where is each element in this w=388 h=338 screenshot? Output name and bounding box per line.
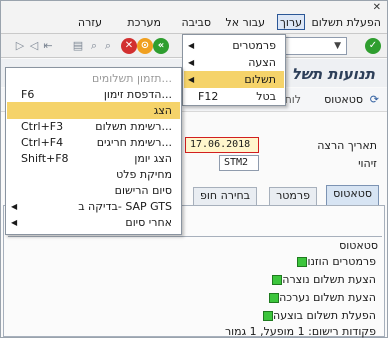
menu-goto[interactable]: עבור אל bbox=[225, 15, 265, 31]
refresh-icon[interactable]: ⟳ bbox=[370, 93, 379, 107]
run-date-field[interactable]: 17.06.2018 bbox=[185, 137, 259, 153]
exit-icon[interactable]: ⊙ bbox=[137, 38, 153, 54]
find-next-icon[interactable]: ⌕ bbox=[101, 38, 115, 54]
id-field[interactable]: STM2 bbox=[219, 155, 259, 171]
edit-menu: ◀ פרמטרים ◀ הצעה ◀ תשלום F12 בטל bbox=[182, 34, 286, 106]
menu-item-parameters[interactable]: ◀ פרמטרים bbox=[184, 37, 284, 54]
menu-environment[interactable]: סביבה bbox=[181, 15, 211, 31]
close-icon[interactable]: ✕ bbox=[373, 3, 381, 13]
status-group-title: סטאטוס bbox=[339, 239, 378, 252]
payment-submenu: תזמון תשלומים... F6 הדפסת זימון... הצג C… bbox=[5, 67, 182, 235]
menu-item-proposal[interactable]: ◀ הצעה bbox=[184, 54, 284, 71]
status-row: הצעת תשלום נוצרה bbox=[266, 273, 376, 287]
submenu-arrow-icon: ◀ bbox=[188, 75, 195, 84]
status-group: סטאטוס פרמטרים הוזנו הצעת תשלום נוצרה הצ… bbox=[8, 236, 382, 338]
menu-item-cancel[interactable]: F12 בטל bbox=[184, 88, 284, 105]
print-icon[interactable]: ▤ bbox=[71, 38, 85, 54]
check-icon[interactable]: ✓ bbox=[365, 38, 381, 54]
prev-page-icon[interactable]: ◁ bbox=[27, 38, 41, 54]
page-title: תנועות תשל bbox=[291, 65, 375, 83]
next-page-icon[interactable]: ▷ bbox=[13, 38, 27, 54]
tab-parameter[interactable]: פרמטר bbox=[269, 187, 317, 205]
menu-item-exception-list[interactable]: Ctrl+F4 רשימת חריגים... bbox=[7, 134, 180, 151]
status-row: הפעלת תשלום בוצעה bbox=[257, 309, 376, 323]
submenu-arrow-icon: ◀ bbox=[11, 218, 18, 227]
id-label: זיהוי bbox=[358, 157, 377, 170]
menu-item-display-log[interactable]: Shift+F8 הצג יומן bbox=[7, 150, 180, 167]
menu-item-print-schedule[interactable]: F6 הדפסת זימון... bbox=[7, 86, 180, 103]
menu-item-payment[interactable]: ◀ תשלום bbox=[184, 71, 284, 88]
next-button[interactable]: לוח bbox=[285, 93, 301, 107]
chevron-down-icon[interactable]: ▼ bbox=[334, 38, 341, 54]
menu-system[interactable]: מערכת bbox=[127, 15, 161, 31]
menu-edit[interactable]: ערוך bbox=[277, 14, 305, 30]
menu-item-payment-schedule[interactable]: תזמון תשלומים... bbox=[7, 70, 180, 87]
menu-item-display[interactable]: הצג bbox=[7, 102, 180, 119]
cancel-icon[interactable]: ✕ bbox=[121, 38, 137, 54]
status-light-icon bbox=[269, 293, 280, 303]
first-page-icon[interactable]: ⇤ bbox=[41, 38, 55, 54]
submenu-arrow-icon: ◀ bbox=[188, 58, 195, 67]
status-light-icon bbox=[297, 257, 308, 267]
back-icon[interactable]: « bbox=[153, 38, 169, 54]
sap-window: ✕ הפעלת תשלום ערוך עבור אל סביבה מערכת ע… bbox=[0, 0, 388, 338]
find-icon[interactable]: ⌕ bbox=[87, 38, 101, 54]
menu-item-gts-check[interactable]: ◀ בדיקה ב- SAP GTS bbox=[7, 198, 180, 215]
menu-bar: ✕ הפעלת תשלום ערוך עבור אל סביבה מערכת ע… bbox=[1, 1, 387, 34]
menu-item-finish-posting[interactable]: סיום הרישום bbox=[7, 182, 180, 199]
status-button[interactable]: סטאטוס bbox=[324, 93, 363, 107]
menu-item-delete-output[interactable]: מחיקת פלט bbox=[7, 166, 180, 183]
status-light-icon bbox=[272, 275, 283, 285]
run-date-label: תאריך הרצה bbox=[317, 139, 377, 152]
status-light-icon bbox=[263, 311, 274, 321]
submenu-arrow-icon: ◀ bbox=[188, 41, 195, 50]
menu-help[interactable]: עזרה bbox=[78, 15, 102, 31]
menu-item-after-finish[interactable]: ◀ אחרי סיום bbox=[7, 214, 180, 231]
status-row: פרמטרים הוזנו bbox=[291, 255, 376, 269]
tab-status[interactable]: סטאטוס bbox=[326, 185, 379, 205]
menu-payment-run[interactable]: הפעלת תשלום bbox=[312, 15, 382, 31]
postings-info: פקודות רישום: 1 מופעל, 1 גמור bbox=[224, 325, 376, 338]
menu-item-payment-list[interactable]: Ctrl+F3 רשימת תשלום... bbox=[7, 118, 180, 135]
status-row: הצעת תשלום נערכה bbox=[263, 291, 376, 305]
submenu-arrow-icon: ◀ bbox=[11, 202, 18, 211]
tab-free-selection[interactable]: בחירה חופ bbox=[193, 187, 257, 205]
